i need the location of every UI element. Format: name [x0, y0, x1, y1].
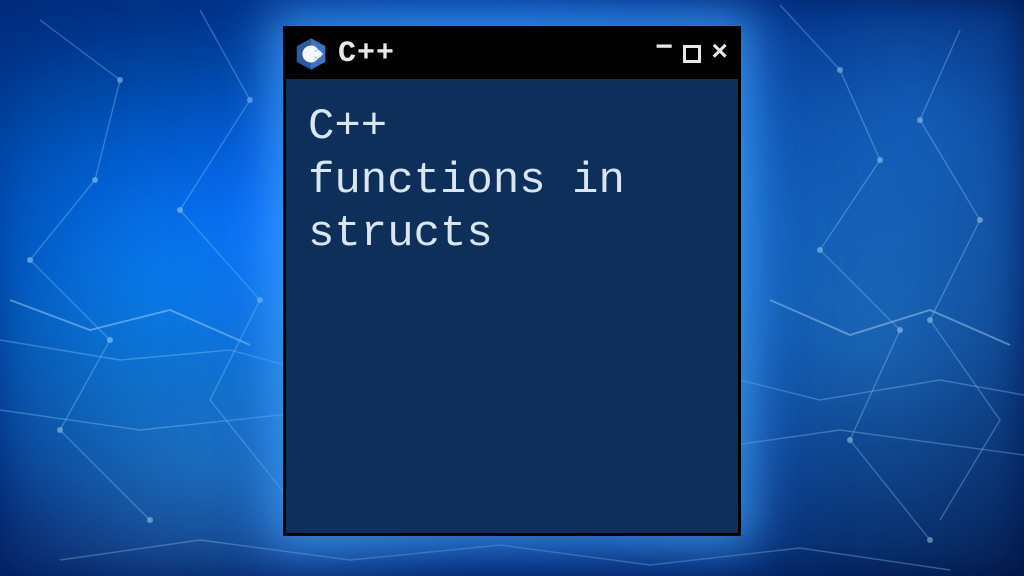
window-content: C++ functions in structs: [286, 79, 738, 284]
window-title: C++: [338, 37, 655, 71]
cpp-icon: [294, 37, 328, 71]
content-heading: C++ functions in structs: [308, 101, 716, 262]
window-controls: − ×: [655, 39, 728, 69]
titlebar[interactable]: C++ − ×: [286, 29, 738, 79]
maximize-button[interactable]: [683, 45, 701, 63]
app-window: C++ − × C++ functions in structs: [283, 26, 741, 536]
maximize-icon: [683, 45, 701, 63]
minimize-button[interactable]: −: [655, 34, 673, 64]
close-button[interactable]: ×: [711, 40, 728, 68]
